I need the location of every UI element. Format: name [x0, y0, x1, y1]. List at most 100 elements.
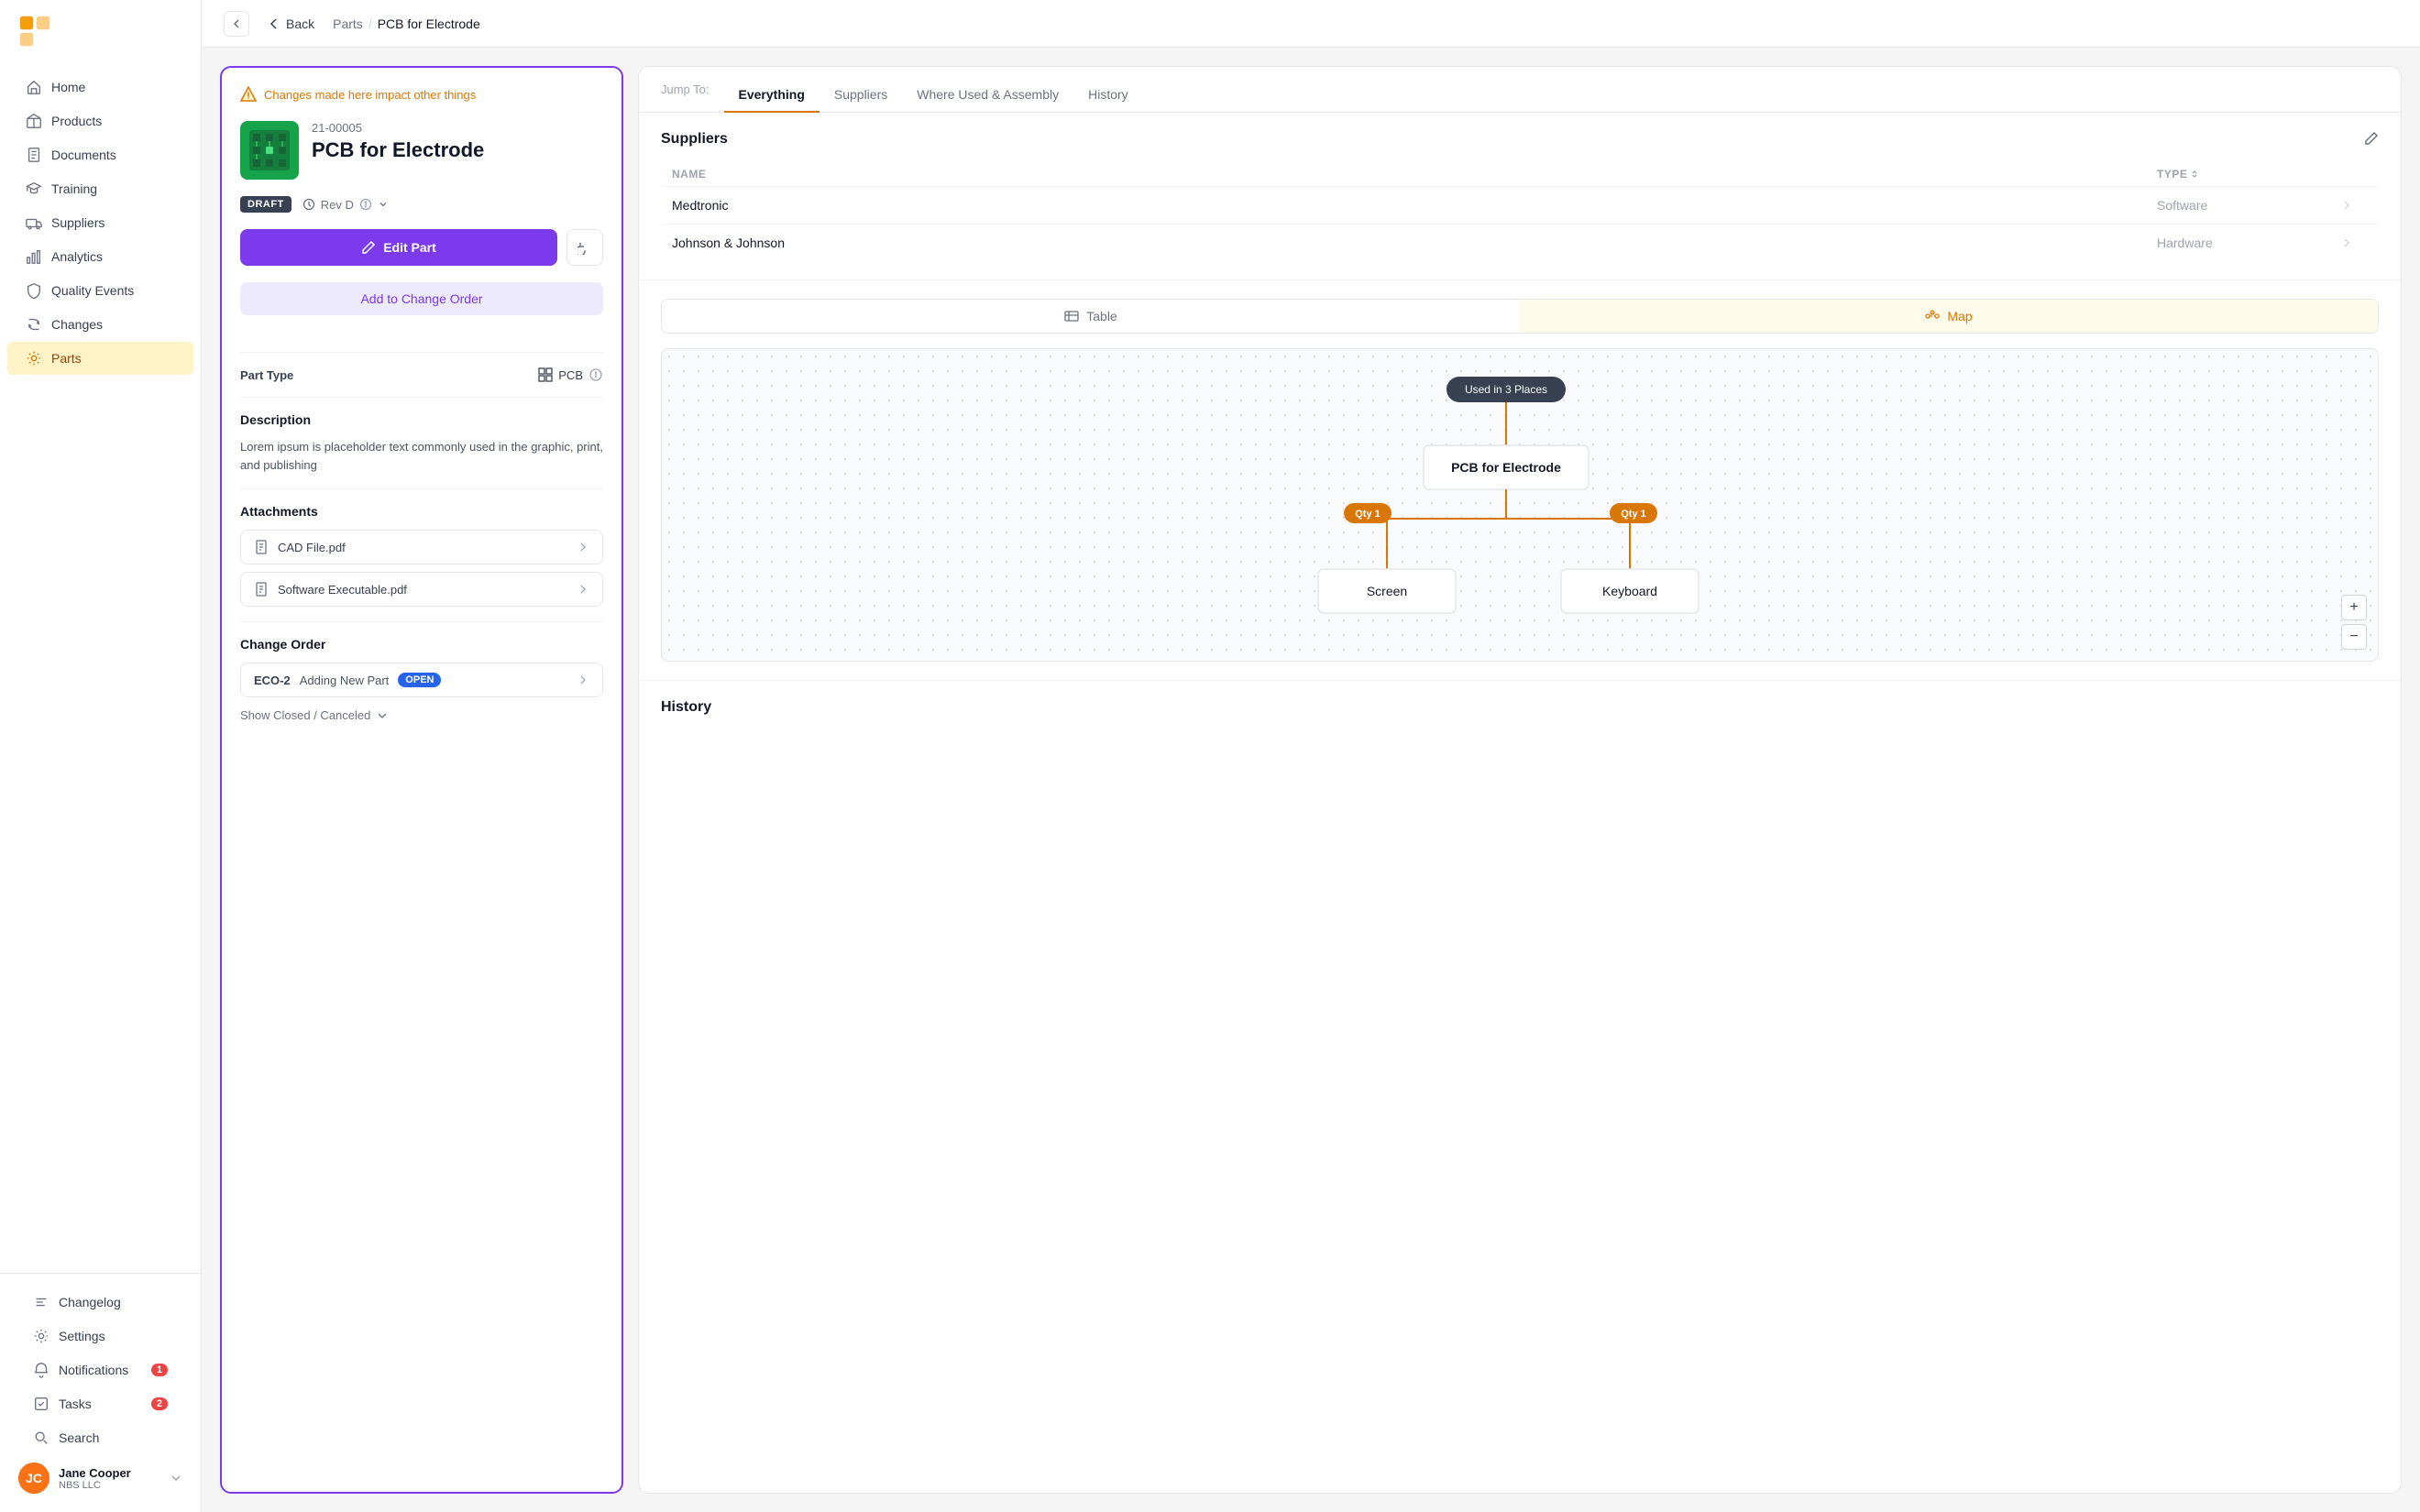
svg-text:Qty 1: Qty 1 — [1355, 509, 1380, 520]
sidebar-nav: Home Products Documents Training Supplie… — [0, 62, 201, 1273]
supplier-row-1[interactable]: Medtronic Software — [661, 186, 2379, 224]
edit-part-button[interactable]: Edit Part — [240, 229, 557, 266]
sort-icon-type[interactable] — [2190, 170, 2199, 179]
sidebar-item-search[interactable]: Search — [15, 1421, 186, 1454]
user-name: Jane Cooper — [59, 1466, 160, 1480]
collapse-sidebar-button[interactable] — [224, 11, 249, 37]
table-header: NAME TYPE — [661, 162, 2379, 186]
tab-suppliers[interactable]: Suppliers — [820, 78, 902, 113]
info-icon[interactable] — [359, 198, 372, 211]
zoom-out-button[interactable]: − — [2341, 624, 2367, 650]
parts-icon — [26, 350, 42, 367]
suppliers-edit-icon[interactable] — [2362, 131, 2379, 148]
file-icon-1 — [254, 540, 269, 554]
show-closed-chevron-icon — [376, 709, 389, 722]
part-number: 21-00005 — [312, 121, 603, 135]
divider — [240, 352, 603, 353]
row-chevron-2 — [2340, 236, 2353, 249]
notifications-badge: 1 — [151, 1364, 168, 1376]
sidebar-item-analytics[interactable]: Analytics — [7, 240, 193, 273]
sidebar-item-home[interactable]: Home — [7, 71, 193, 104]
map-view-button[interactable]: Map — [1520, 300, 2378, 333]
sidebar-item-training[interactable]: Training — [7, 172, 193, 205]
part-type-info-icon[interactable] — [588, 367, 603, 382]
user-chevron-icon — [170, 1472, 182, 1485]
suppliers-section: Suppliers NAME TYPE Medtronic Software — [639, 113, 2401, 280]
assembly-graph: Used in 3 Places PCB for Electrode — [680, 367, 2360, 642]
app-logo — [18, 15, 51, 48]
sidebar-item-settings[interactable]: Settings — [15, 1320, 186, 1353]
grid-icon — [538, 367, 553, 382]
attachment-item[interactable]: CAD File.pdf — [240, 530, 603, 564]
supplier-row-2[interactable]: Johnson & Johnson Hardware — [661, 224, 2379, 261]
part-type-value: PCB — [558, 368, 583, 382]
page-body: Changes made here impact other things — [202, 48, 2420, 1512]
tab-where-used[interactable]: Where Used & Assembly — [902, 78, 1073, 113]
warning-text: Changes made here impact other things — [264, 88, 476, 102]
sidebar-item-quality-events[interactable]: Quality Events — [7, 274, 193, 307]
home-icon — [26, 79, 42, 95]
avatar: JC — [18, 1463, 50, 1494]
breadcrumb-parent[interactable]: Parts — [333, 16, 363, 31]
right-panel: Jump To: Everything Suppliers Where Used… — [638, 66, 2402, 1494]
map-section: Table Map Used in 3 Places — [639, 280, 2401, 681]
training-icon — [26, 181, 42, 197]
document-icon — [26, 147, 42, 163]
topbar: Back Parts / PCB for Electrode — [202, 0, 2420, 48]
sidebar-item-products[interactable]: Products — [7, 104, 193, 137]
user-profile[interactable]: JC Jane Cooper NBS LLC — [7, 1455, 193, 1501]
sidebar: Home Products Documents Training Supplie… — [0, 0, 202, 1512]
undo-icon — [578, 240, 592, 255]
part-thumbnail — [240, 121, 299, 180]
truck-icon — [26, 214, 42, 231]
sidebar-item-suppliers[interactable]: Suppliers — [7, 206, 193, 239]
part-meta: DRAFT Rev D — [240, 196, 603, 213]
co-title: Adding New Part — [300, 674, 390, 687]
attachment-item-2[interactable]: Software Executable.pdf — [240, 572, 603, 607]
description-text: Lorem ipsum is placeholder text commonly… — [240, 438, 603, 474]
sidebar-item-changelog[interactable]: Changelog — [15, 1286, 186, 1319]
zoom-in-button[interactable]: + — [2341, 595, 2367, 620]
sidebar-item-parts[interactable]: Parts — [7, 342, 193, 375]
row-chevron-1 — [2340, 199, 2353, 212]
divider-2 — [240, 397, 603, 398]
sidebar-item-changes[interactable]: Changes — [7, 308, 193, 341]
back-arrow-icon — [268, 17, 280, 30]
svg-text:Screen: Screen — [1367, 584, 1407, 598]
sidebar-item-tasks[interactable]: Tasks 2 — [15, 1387, 186, 1420]
back-button[interactable]: Back — [260, 13, 322, 35]
show-closed-button[interactable]: Show Closed / Canceled — [240, 708, 603, 722]
attachment-chevron-icon-2 — [577, 583, 589, 596]
attachment-chevron-icon-1 — [577, 541, 589, 553]
part-header: 21-00005 PCB for Electrode — [240, 121, 603, 180]
add-to-change-order-button[interactable]: Add to Change Order — [240, 282, 603, 315]
co-id: ECO-2 — [254, 674, 291, 687]
sidebar-item-notifications[interactable]: Notifications 1 — [15, 1353, 186, 1386]
tab-everything[interactable]: Everything — [724, 78, 820, 113]
action-row: Edit Part — [240, 229, 603, 266]
undo-button[interactable] — [566, 229, 603, 266]
clock-icon — [302, 198, 315, 211]
supplier-name-1: Medtronic — [672, 198, 2157, 213]
attachments-label: Attachments — [240, 504, 603, 519]
bell-icon — [33, 1362, 50, 1378]
description-label: Description — [240, 412, 603, 427]
change-order-item[interactable]: ECO-2 Adding New Part OPEN — [240, 663, 603, 697]
pencil-icon — [361, 240, 376, 255]
part-type-label: Part Type — [240, 368, 293, 382]
supplier-name-2: Johnson & Johnson — [672, 236, 2157, 250]
revision-chevron-icon[interactable] — [378, 199, 389, 210]
tab-history[interactable]: History — [1073, 78, 1143, 113]
warning-icon — [240, 86, 257, 103]
settings-icon — [33, 1328, 50, 1344]
jump-to-label: Jump To: — [661, 82, 710, 107]
table-view-button[interactable]: Table — [662, 300, 1520, 333]
search-icon — [33, 1430, 50, 1446]
pcb-graphic — [246, 126, 293, 174]
svg-text:Keyboard: Keyboard — [1602, 584, 1657, 598]
sidebar-item-documents[interactable]: Documents — [7, 138, 193, 171]
warning-banner: Changes made here impact other things — [240, 86, 603, 103]
view-toggle: Table Map — [661, 299, 2379, 334]
svg-text:Used in 3 Places: Used in 3 Places — [1465, 383, 1547, 396]
revision-label: Rev D — [321, 198, 354, 212]
